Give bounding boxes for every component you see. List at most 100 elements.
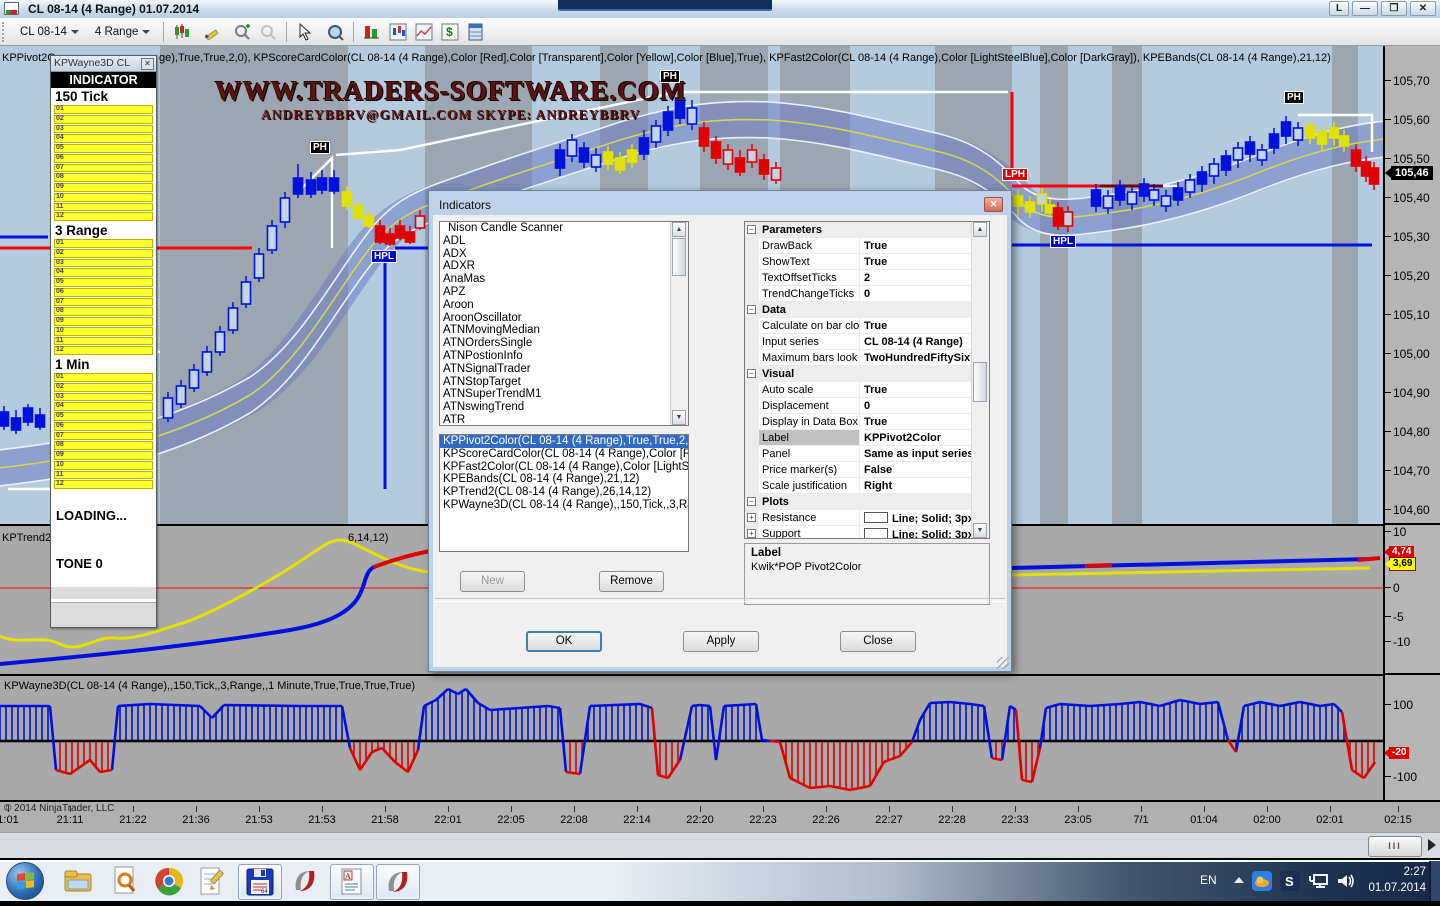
wayne-slot-row[interactable]: 06	[54, 422, 153, 431]
property-group-header[interactable]: −Data	[745, 302, 973, 318]
time-axis[interactable]: © 2014 NinjaTrader, LLC 1:0121:1121:2221…	[0, 800, 1440, 832]
available-indicator-item[interactable]: AnaMas	[440, 273, 688, 286]
wayne-slot-row[interactable]: 04	[54, 402, 153, 411]
property-group-header[interactable]: −Parameters	[745, 222, 973, 238]
volume-tray-icon[interactable]	[1336, 871, 1356, 891]
available-indicator-item[interactable]: Nison Candle Scanner	[440, 222, 688, 235]
property-row-panel[interactable]: PanelSame as input series	[745, 446, 973, 462]
dialog-title[interactable]: Indicators	[433, 195, 1007, 215]
selected-indicator-item[interactable]: KPPivot2Color(CL 08-14 (4 Range),True,Tr…	[440, 435, 688, 448]
wayne-slot-row[interactable]: 07	[54, 432, 153, 441]
wayne-slot-row[interactable]: 07	[54, 164, 153, 173]
lock-button[interactable]: L	[1329, 1, 1349, 16]
selected-indicator-item[interactable]: KPScoreCardColor(CL 08-14 (4 Range),Colo…	[440, 448, 688, 461]
wayne-slot-row[interactable]: 12	[54, 346, 153, 355]
minimize-button[interactable]: —	[1352, 1, 1378, 16]
selected-indicator-item[interactable]: KPFast2Color(CL 08-14 (4 Range),Color [L…	[440, 461, 688, 474]
available-indicator-item[interactable]: Aroon	[440, 299, 688, 312]
wayne-slot-row[interactable]: 06	[54, 154, 153, 163]
available-indicator-item[interactable]: ATNMovingMedian	[440, 324, 688, 337]
zoom-in-button[interactable]	[231, 22, 253, 42]
wayne-slot-row[interactable]: 09	[54, 451, 153, 460]
wayne-slot-row[interactable]: 12	[54, 480, 153, 489]
available-indicator-item[interactable]: ADX	[440, 248, 688, 261]
wayne-slot-row[interactable]: 01	[54, 239, 153, 248]
selected-indicator-item[interactable]: KPTrend2(CL 08-14 (4 Range),26,14,12)	[440, 486, 688, 499]
available-indicator-item[interactable]: ATNStopTarget	[440, 376, 688, 389]
available-indicator-item[interactable]: ATNPostionInfo	[440, 350, 688, 363]
available-indicators-list[interactable]: Nison Candle ScannerADLADXADXRAnaMasAPZA…	[439, 221, 689, 426]
expand-icon[interactable]: +	[747, 529, 756, 538]
available-indicator-item[interactable]: ADL	[440, 235, 688, 248]
line-chart-button[interactable]	[413, 22, 435, 42]
wayne-slot-row[interactable]: 02	[54, 115, 153, 124]
toolbar-grip[interactable]	[2, 22, 8, 42]
property-grid-scrollbar[interactable]: ▲ ▼	[971, 222, 989, 538]
wayne-slot-row[interactable]: 12	[54, 212, 153, 221]
wayne-slot-row[interactable]: 06	[54, 288, 153, 297]
scroll-grip[interactable]: III	[1368, 836, 1422, 857]
available-indicator-item[interactable]: ATNswingTrend	[440, 401, 688, 414]
language-indicator[interactable]: EN	[1200, 873, 1217, 887]
wayne-slot-row[interactable]: 10	[54, 327, 153, 336]
dialog-close-button[interactable]: ✕	[984, 197, 1003, 212]
taskbar-item-document[interactable]: A	[330, 864, 374, 900]
wayne-slot-row[interactable]: 02	[54, 249, 153, 258]
chart-window-button[interactable]	[387, 22, 409, 42]
property-row-textoffsetticks[interactable]: TextOffsetTicks2	[745, 270, 973, 286]
zoom-out-button[interactable]	[257, 22, 279, 42]
available-indicator-item[interactable]: ATNSignalTrader	[440, 363, 688, 376]
cloud-tray-icon[interactable]	[1252, 871, 1272, 891]
restore-button[interactable]: ❐	[1381, 1, 1407, 16]
wayne-slot-row[interactable]: 05	[54, 278, 153, 287]
scroll-down-arrow[interactable]: ▼	[672, 410, 686, 425]
color-swatch[interactable]	[864, 528, 888, 539]
network-tray-icon[interactable]	[1308, 871, 1328, 891]
data-box-button[interactable]	[465, 22, 487, 42]
property-row-maximum-bars-look-back[interactable]: Maximum bars look backTwoHundredFiftySix	[745, 350, 973, 366]
property-row-scale-justification[interactable]: Scale justificationRight	[745, 478, 973, 494]
property-group-header[interactable]: −Visual	[745, 366, 973, 382]
wayne-slot-row[interactable]: 01	[54, 105, 153, 114]
property-row-displacement[interactable]: Displacement0	[745, 398, 973, 414]
wayne-slot-row[interactable]: 10	[54, 461, 153, 470]
property-row-price-marker-s-[interactable]: Price marker(s)False	[745, 462, 973, 478]
close-button[interactable]: Close	[840, 631, 916, 652]
kpwayne3d-panel[interactable]: KPWayne3D CL ✕ INDICATOR 150 Tick0102030…	[50, 55, 157, 628]
selected-indicators-list[interactable]: KPPivot2Color(CL 08-14 (4 Range),True,Tr…	[439, 434, 689, 552]
wayne-slot-row[interactable]: 08	[54, 173, 153, 182]
taskbar-item-ninjatrader[interactable]	[284, 864, 326, 898]
show-desktop-button[interactable]	[1429, 861, 1440, 901]
wayne-slot-row[interactable]: 08	[54, 307, 153, 316]
available-indicator-item[interactable]: ADXR	[440, 260, 688, 273]
wayne-slot-row[interactable]: 05	[54, 412, 153, 421]
collapse-icon[interactable]: −	[747, 497, 756, 506]
wayne-slot-row[interactable]: 07	[54, 298, 153, 307]
available-indicator-item[interactable]: ATNOrdersSingle	[440, 337, 688, 350]
available-indicator-item[interactable]: ATNSuperTrendM1	[440, 388, 688, 401]
available-indicator-item[interactable]: AroonOscillator	[440, 312, 688, 325]
wayne-slot-row[interactable]: 04	[54, 134, 153, 143]
selected-indicator-item[interactable]: KPEBands(CL 08-14 (4 Range),21,12)	[440, 473, 688, 486]
chart-area[interactable]: KPPivot2C ge),True,True,2,0), KPScoreCar…	[0, 46, 1440, 858]
taskbar-item-notepad[interactable]	[192, 864, 234, 898]
scrollbar-thumb[interactable]	[973, 362, 987, 402]
close-icon[interactable]: ✕	[141, 58, 154, 70]
resize-grip[interactable]	[997, 657, 1009, 669]
wayne-slot-row[interactable]: 03	[54, 259, 153, 268]
scroll-right-arrow[interactable]	[1428, 839, 1436, 851]
instrument-dropdown[interactable]: CL 08-14	[14, 24, 85, 40]
ok-button[interactable]: OK	[526, 631, 602, 652]
data-zoom-button[interactable]	[324, 22, 346, 42]
scroll-up-arrow[interactable]: ▲	[973, 222, 987, 237]
background-window-edge[interactable]	[558, 0, 772, 11]
draw-tool-button[interactable]	[201, 22, 223, 42]
available-indicator-item[interactable]: APZ	[440, 286, 688, 299]
wayne-slot-row[interactable]: 11	[54, 471, 153, 480]
property-row-auto-scale[interactable]: Auto scaleTrue	[745, 382, 973, 398]
remove-button[interactable]: Remove	[599, 571, 664, 592]
wayne-slot-row[interactable]: 03	[54, 393, 153, 402]
property-row-showtext[interactable]: ShowTextTrue	[745, 254, 973, 270]
property-row-calculate-on-bar-close[interactable]: Calculate on bar closeTrue	[745, 318, 973, 334]
taskbar-item-search[interactable]	[104, 864, 146, 898]
